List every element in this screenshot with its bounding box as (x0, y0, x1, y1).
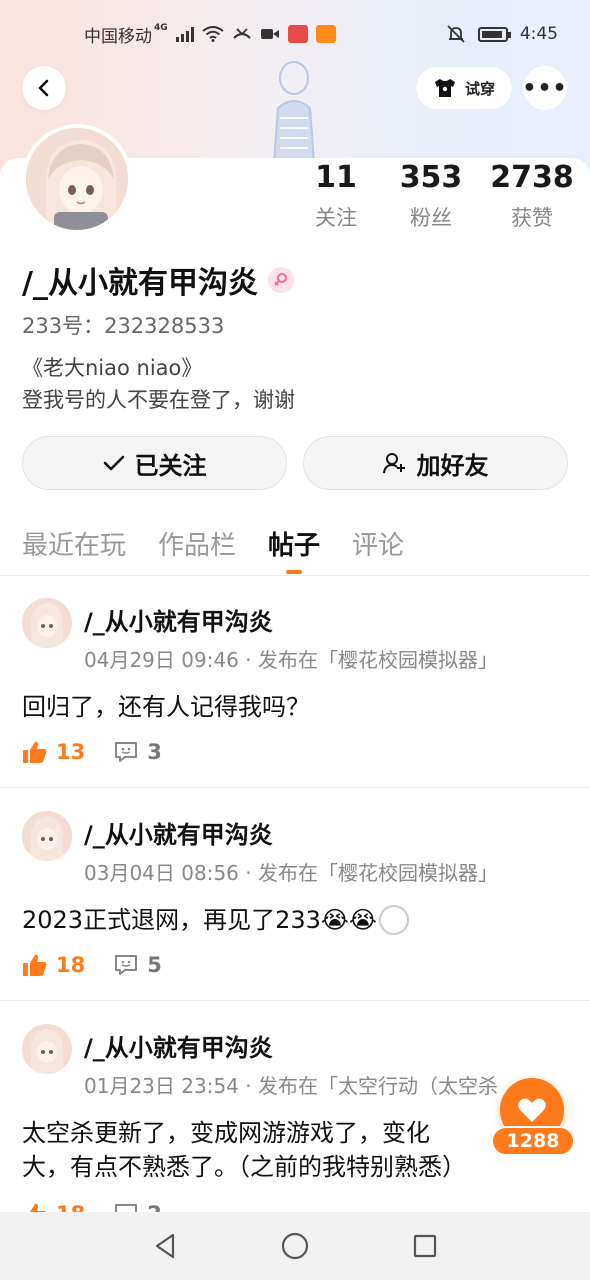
missed-call-icon (232, 28, 251, 39)
chevron-left-icon (38, 79, 49, 97)
wifi-icon (202, 26, 224, 42)
carrier-label: 中国移动 (84, 26, 152, 47)
comment-button[interactable]: 2 (113, 1202, 162, 1212)
stat-likes[interactable]: 2738 获赞 (484, 160, 580, 232)
post-item[interactable]: /_从小就有甲沟炎 04月29日 09:46 · 发布在「樱花校园模拟器」 回归… (0, 576, 590, 788)
post-author-name[interactable]: /_从小就有甲沟炎 (84, 602, 273, 637)
post-author-name[interactable]: /_从小就有甲沟炎 (84, 815, 273, 850)
stat-followers-label: 粉丝 (410, 206, 452, 230)
profile-tabs: 最近在玩 作品栏 帖子 评论 (22, 524, 436, 576)
check-icon (103, 455, 124, 471)
followed-label: 已关注 (134, 451, 207, 480)
thumbs-up-icon (30, 1203, 47, 1212)
followed-button[interactable]: 已关注 (22, 436, 287, 490)
system-nav-bar (0, 1212, 590, 1280)
comment-icon (115, 1204, 138, 1212)
comment-icon (115, 742, 138, 762)
tab-recently-played[interactable]: 最近在玩 (22, 524, 126, 574)
post-divider (0, 787, 590, 788)
try-on-label: 试穿 (464, 79, 495, 98)
post-actions: 18 2 (22, 1202, 162, 1212)
like-button[interactable]: 18 (22, 1202, 85, 1212)
floating-like-count: 1288 (491, 1126, 575, 1156)
more-options-button[interactable]: ••• (522, 66, 568, 110)
stat-likes-label: 获赞 (511, 206, 553, 230)
nav-recents-icon[interactable] (411, 1232, 439, 1260)
try-on-button[interactable]: 试穿 (416, 67, 512, 109)
back-button[interactable] (22, 66, 66, 110)
username: /_从小就有甲沟炎 (22, 266, 258, 301)
avatar-figure-icon (273, 61, 315, 162)
loading-circle-icon (378, 905, 409, 935)
user-id: 233号：232328533 (22, 314, 225, 338)
post-text-line-2: 大，有点不熟悉了。（之前的我特别熟悉） (22, 1153, 466, 1181)
post-actions: 18 5 (22, 953, 162, 977)
add-friend-button[interactable]: 加好友 (303, 436, 568, 490)
battery-icon (477, 26, 511, 42)
mute-bell-icon (447, 25, 465, 43)
network-type: 4G (154, 23, 168, 33)
post-author-avatar[interactable] (22, 1024, 72, 1074)
post-author-avatar[interactable] (22, 598, 72, 648)
signal-icon (175, 26, 194, 42)
post-text: 回归了，还有人记得我吗？ (22, 693, 310, 721)
like-button[interactable]: 13 (22, 740, 85, 764)
stat-followers[interactable]: 353 粉丝 (383, 160, 479, 232)
stat-followers-value: 353 (399, 160, 463, 195)
post-author-name[interactable]: /_从小就有甲沟炎 (84, 1028, 273, 1063)
stat-likes-value: 2738 (490, 160, 574, 195)
comment-count: 2 (147, 1202, 162, 1212)
comment-icon (115, 955, 138, 975)
book-app-icon (287, 25, 308, 43)
heart-icon (518, 1098, 546, 1122)
bio-line-1: 《老大niao niao》 (22, 356, 203, 380)
stat-following[interactable]: 11 关注 (288, 160, 384, 232)
add-user-icon (382, 453, 405, 474)
post-item[interactable]: /_从小就有甲沟炎 03月04日 08:56 · 发布在「樱花校园模拟器」 20… (0, 789, 590, 1001)
nav-home-icon[interactable] (280, 1231, 310, 1261)
stat-following-label: 关注 (315, 206, 357, 230)
post-text: 2023正式退网，再见了233😭😭 (22, 903, 582, 937)
profile-stats: 11 关注 353 粉丝 2738 获赞 (300, 160, 580, 240)
post-divider (0, 1000, 590, 1001)
tab-comments[interactable]: 评论 (352, 524, 404, 574)
play-app-icon (315, 25, 336, 43)
tab-works[interactable]: 作品栏 (158, 524, 236, 574)
tshirt-icon (434, 79, 455, 97)
comment-button[interactable]: 3 (113, 740, 162, 764)
stat-following-value: 11 (315, 160, 357, 195)
like-count: 18 (56, 1202, 85, 1212)
bio-line-2: 登我号的人不要在登了，谢谢 (22, 388, 295, 412)
avatar[interactable] (22, 124, 132, 234)
nav-back-icon[interactable] (151, 1232, 179, 1260)
clock: 4:45 (519, 24, 558, 44)
like-count: 13 (56, 740, 86, 764)
add-friend-label: 加好友 (416, 451, 489, 480)
comment-count: 5 (147, 953, 162, 977)
post-text-content: 2023正式退网，再见了233😭😭 (22, 906, 377, 934)
female-gender-icon (267, 267, 294, 293)
tab-posts[interactable]: 帖子 (268, 524, 320, 574)
thumbs-up-icon (23, 954, 47, 976)
post-actions: 13 3 (22, 740, 162, 764)
username-row: /_从小就有甲沟炎 (22, 258, 294, 302)
comment-button[interactable]: 5 (113, 953, 162, 977)
comment-count: 3 (147, 740, 162, 764)
like-count: 18 (56, 953, 86, 977)
like-button[interactable]: 18 (22, 953, 85, 977)
video-icon (260, 29, 279, 39)
post-meta: 03月04日 08:56 · 发布在「樱花校园模拟器」 (84, 861, 498, 885)
thumbs-up-icon (23, 741, 47, 763)
more-dots-icon: ••• (522, 75, 568, 101)
post-author-avatar[interactable] (22, 811, 72, 861)
post-meta: 04月29日 09:46 · 发布在「樱花校园模拟器」 (84, 648, 498, 672)
